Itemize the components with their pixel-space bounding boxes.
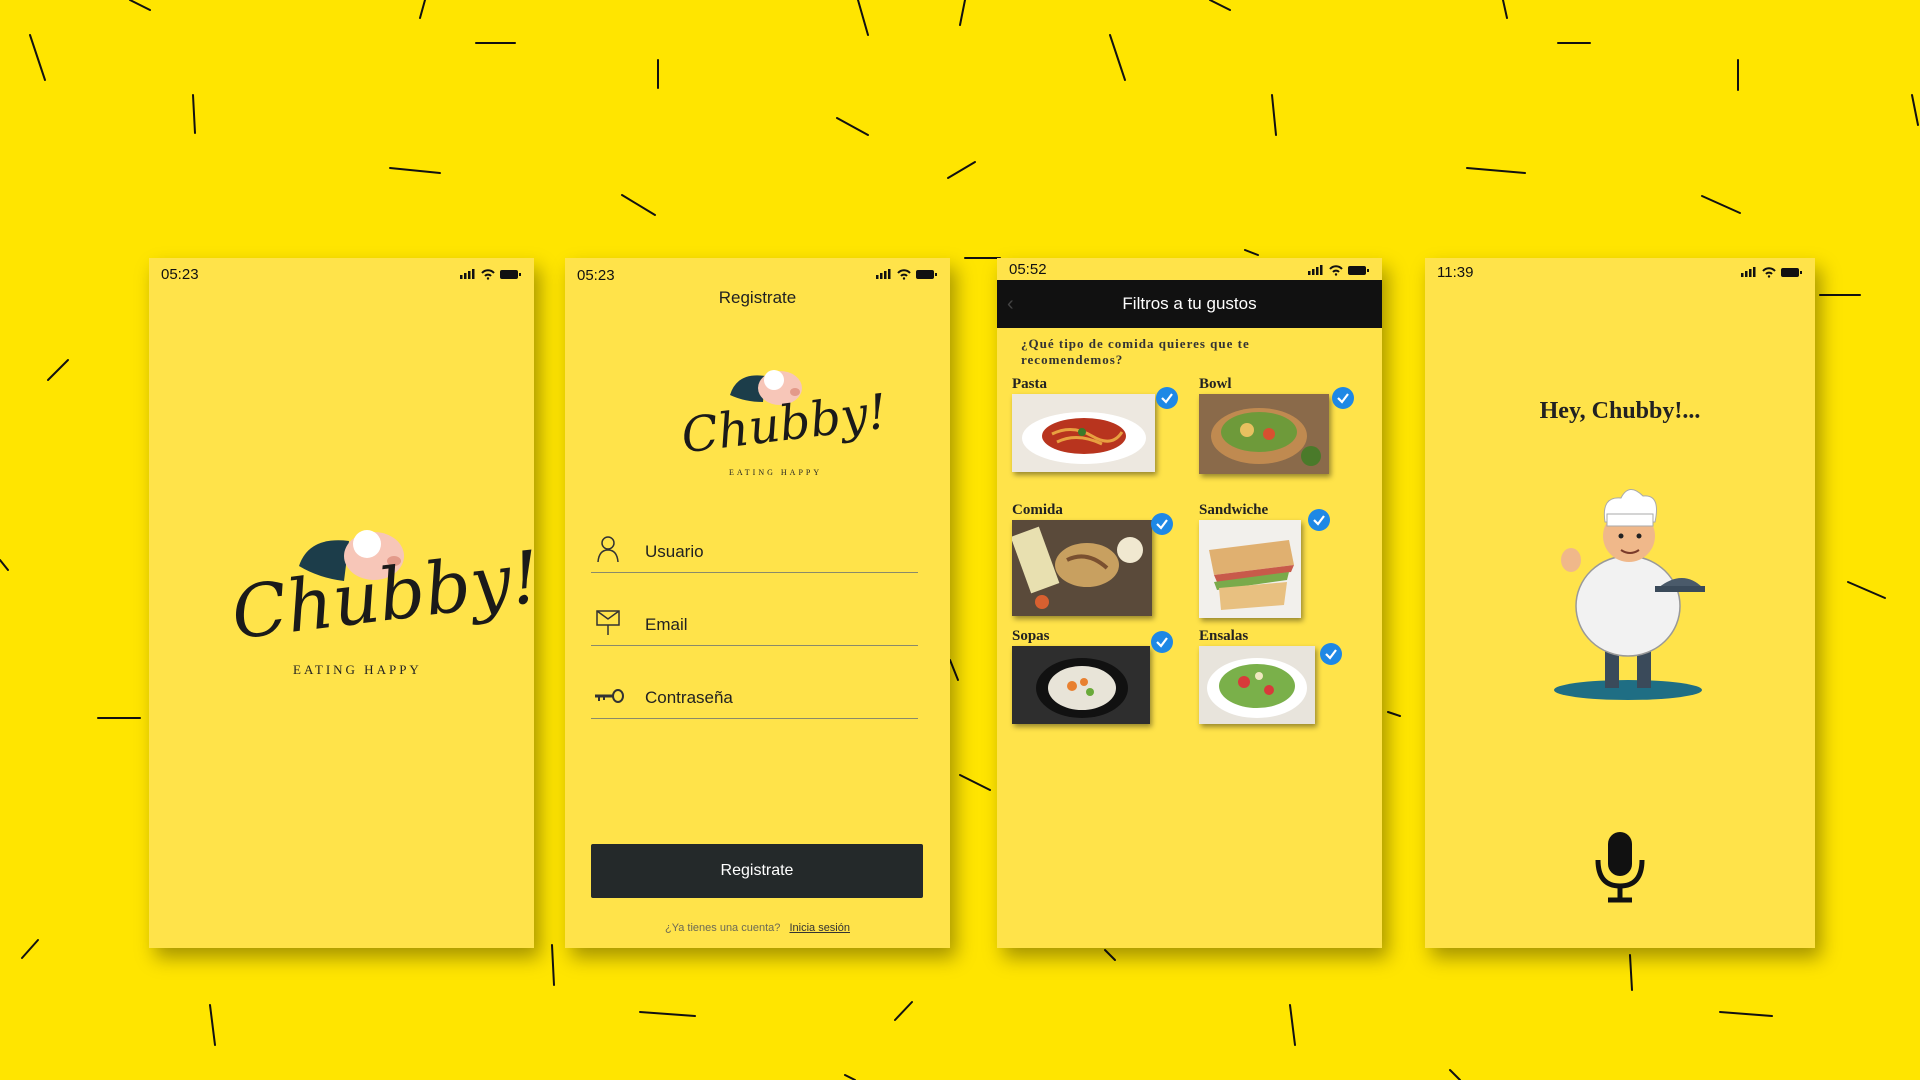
food-option-comida[interactable]: Comida	[1012, 502, 1173, 616]
status-time: 05:23	[161, 266, 199, 283]
sopas-image	[1012, 646, 1150, 724]
microphone-icon[interactable]	[1592, 828, 1648, 908]
password-label: Contraseña	[645, 688, 733, 707]
user-icon	[597, 536, 619, 563]
tagline: EATING HAPPY	[729, 468, 823, 477]
signal-wifi-battery-icon	[1741, 267, 1802, 278]
splash-screen: 05:23 Chubby! EATING HAPPY	[149, 258, 534, 948]
check-icon	[1151, 513, 1173, 535]
filters-screen: 05:52 ‹ Filtros a tu gustos ¿Qué tipo de…	[997, 258, 1382, 948]
food-name: Ensalas	[1199, 628, 1249, 644]
register-button[interactable]: Registrate	[591, 844, 923, 898]
status-icons	[1308, 263, 1370, 280]
check-icon	[1320, 643, 1342, 665]
food-option-bowl[interactable]: Bowl	[1199, 376, 1354, 486]
email-icon	[596, 610, 620, 635]
login-prompt-line: ¿Ya tienes una cuenta? Inicia sesión	[565, 922, 950, 934]
email-label: Email	[645, 615, 688, 634]
status-icons	[876, 267, 938, 284]
status-bar: 05:23	[565, 258, 950, 286]
food-option-sopas[interactable]: Sopas	[1012, 628, 1173, 738]
food-name: Pasta	[1012, 376, 1047, 392]
status-time: 05:23	[577, 267, 615, 284]
food-option-sandwiche[interactable]: Sandwiche	[1199, 502, 1349, 618]
login-link[interactable]: Inicia sesión	[789, 922, 850, 934]
back-icon[interactable]: ‹	[1007, 280, 1014, 328]
register-screen: 05:23 Registrate Chubby! EATING HAPPY Us…	[565, 258, 950, 948]
check-icon	[1151, 631, 1173, 653]
status-bar: 05:23	[149, 258, 534, 286]
food-name: Sopas	[1012, 628, 1050, 644]
signal-wifi-battery-icon	[876, 269, 937, 280]
food-option-pasta[interactable]: Pasta	[1012, 376, 1178, 486]
filter-question: ¿Qué tipo de comida quieres que te recom…	[1021, 336, 1250, 367]
status-icons	[460, 267, 522, 284]
username-field[interactable]: Usuario	[591, 528, 918, 573]
pasta-image	[1012, 394, 1155, 472]
check-icon	[1156, 387, 1178, 409]
email-field[interactable]: Email	[591, 601, 918, 646]
food-name: Bowl	[1199, 376, 1232, 392]
assistant-screen: 11:39 Hey, Chubby!...	[1425, 258, 1815, 948]
username-label: Usuario	[645, 542, 704, 561]
filters-header: ‹ Filtros a tu gustos	[997, 280, 1382, 328]
filters-title: Filtros a tu gustos	[1122, 294, 1257, 313]
check-icon	[1332, 387, 1354, 409]
status-time: 11:39	[1437, 264, 1474, 281]
status-time: 05:52	[1009, 261, 1047, 278]
status-bar: 11:39	[1425, 258, 1815, 286]
greeting: Hey, Chubby!...	[1539, 398, 1701, 424]
sandwiche-image	[1199, 520, 1301, 618]
comida-image	[1012, 520, 1152, 616]
page-title: Registrate	[718, 288, 797, 307]
bowl-image	[1199, 394, 1329, 474]
signal-wifi-battery-icon	[460, 269, 521, 280]
password-field[interactable]: Contraseña	[591, 674, 918, 719]
tagline: EATING HAPPY	[293, 662, 422, 677]
status-icons	[1741, 265, 1803, 282]
login-prompt: ¿Ya tienes una cuenta?	[665, 922, 781, 934]
key-icon	[595, 689, 624, 703]
check-icon	[1308, 509, 1330, 531]
food-name: Sandwiche	[1199, 502, 1269, 518]
food-option-ensalas[interactable]: Ensalas	[1199, 628, 1349, 738]
food-name: Comida	[1012, 502, 1063, 518]
signal-wifi-battery-icon	[1308, 265, 1369, 276]
ensalas-image	[1199, 646, 1315, 724]
chef-mascot-icon	[1554, 489, 1705, 700]
